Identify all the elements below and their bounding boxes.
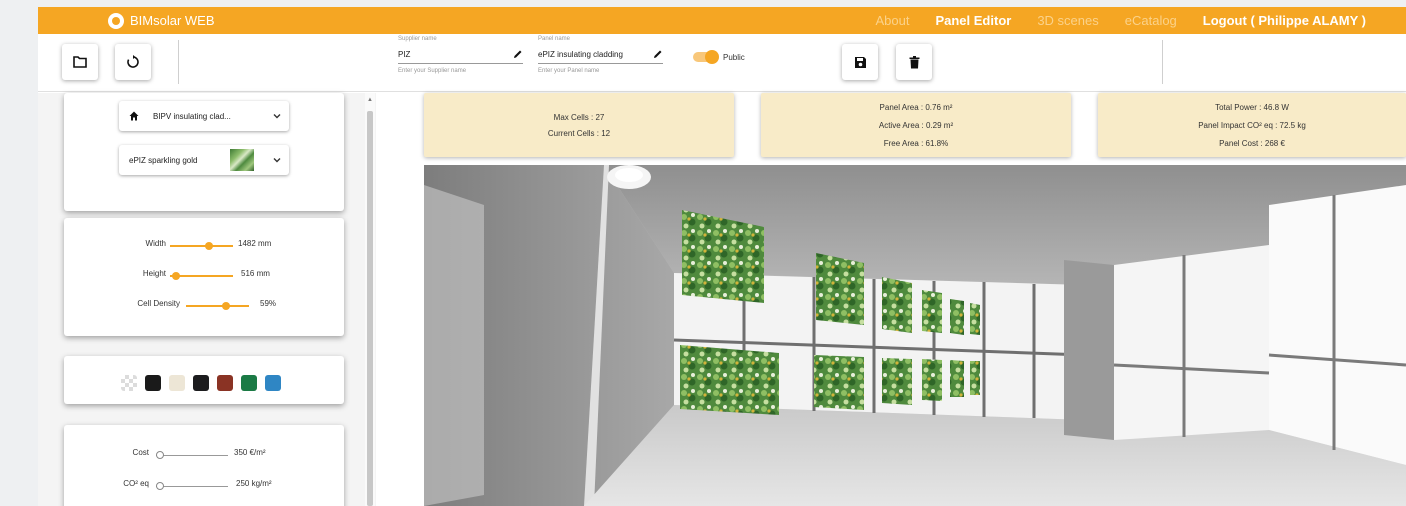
brand[interactable]: BIMsolar WEB: [108, 7, 215, 34]
delete-button[interactable]: [896, 44, 932, 80]
toolbar-divider: [178, 40, 179, 84]
nav-panel-editor[interactable]: Panel Editor: [935, 13, 1011, 28]
switch-knob: [705, 50, 719, 64]
main-area: Max Cells : 27 Current Cells : 12 Panel …: [376, 93, 1406, 506]
cell-density-slider-thumb[interactable]: [222, 302, 230, 310]
3d-viewport[interactable]: [424, 165, 1406, 506]
finish-thumbnail: [230, 149, 254, 171]
color-swatch[interactable]: [121, 375, 137, 391]
pencil-icon[interactable]: [653, 49, 663, 59]
home-icon: [129, 111, 139, 121]
color-swatch[interactable]: [265, 375, 281, 391]
co2-label: CO² eq: [123, 479, 149, 488]
panel-name-value: ePIZ insulating cladding: [538, 50, 623, 59]
panel-type-value: BIPV insulating clad...: [153, 111, 231, 121]
supplier-name-field: Supplier name PIZ Enter your Supplier na…: [398, 36, 523, 74]
height-label: Height: [142, 269, 166, 278]
panel-name-input[interactable]: ePIZ insulating cladding: [538, 42, 663, 64]
cost-value: 350 €/m²: [234, 448, 266, 457]
cell-density-value: 59%: [260, 299, 277, 308]
color-swatch[interactable]: [241, 375, 257, 391]
toolbar-divider: [1162, 40, 1163, 84]
color-swatch[interactable]: [145, 375, 161, 391]
color-swatch[interactable]: [217, 375, 233, 391]
chevron-down-icon: [273, 158, 281, 163]
width-label: Width: [145, 239, 166, 248]
co2-slider-thumb[interactable]: [156, 482, 164, 490]
cost-label: Cost: [132, 448, 149, 457]
3d-scene[interactable]: [424, 165, 1406, 506]
panel-name-field: Panel name ePIZ insulating cladding Ente…: [538, 36, 663, 74]
public-label: Public: [723, 52, 745, 62]
height-slider-row: Height 516 mm: [64, 269, 344, 283]
cost-slider-thumb[interactable]: [156, 451, 164, 459]
logout-link[interactable]: Logout ( Philippe ALAMY ): [1203, 13, 1366, 28]
brand-name: BIMsolar WEB: [130, 13, 215, 28]
current-cells: Current Cells : 12: [547, 129, 611, 138]
chevron-down-icon: [273, 114, 281, 119]
panel-area: Panel Area : 0.76 m²: [879, 103, 953, 112]
logo-icon: [108, 12, 124, 29]
panel-name-hint: Enter your Panel name: [538, 68, 600, 74]
panel-type-select[interactable]: BIPV insulating clad...: [119, 101, 289, 131]
total-power: Total Power : 46.8 W: [1215, 103, 1289, 112]
sidebar-scrollbar[interactable]: ▲: [365, 93, 375, 506]
width-value: 1482 mm: [238, 239, 272, 248]
trash-icon: [909, 55, 919, 68]
app-window: BIMsolar WEB About Panel Editor 3D scene…: [38, 7, 1406, 506]
toolbar: Supplier name PIZ Enter your Supplier na…: [38, 34, 1406, 92]
main-nav: About Panel Editor 3D scenes eCatalog Lo…: [875, 7, 1366, 34]
dimensions-card: Width 1482 mm Height 516 mm Cell Density…: [64, 218, 344, 336]
nav-about[interactable]: About: [875, 13, 909, 28]
cost-slider-row: Cost 350 €/m²: [64, 448, 344, 462]
cell-density-slider-row: Cell Density 59%: [64, 299, 344, 313]
width-slider-row: Width 1482 mm: [64, 239, 344, 253]
cell-density-label: Cell Density: [137, 299, 180, 308]
max-cells: Max Cells : 27: [553, 113, 605, 122]
save-icon: [854, 56, 866, 68]
sidebar: BIPV insulating clad... ePIZ sparkling g…: [38, 93, 376, 506]
scrollbar-thumb[interactable]: [367, 111, 373, 506]
width-slider-thumb[interactable]: [205, 242, 213, 250]
color-swatch[interactable]: [169, 375, 185, 391]
scroll-up-icon[interactable]: ▲: [367, 97, 373, 103]
color-swatch[interactable]: [193, 375, 209, 391]
panel-impact: Panel Impact CO² eq : 72.5 kg: [1198, 121, 1306, 130]
panel-finish-select[interactable]: ePIZ sparkling gold: [119, 145, 289, 175]
width-slider-track[interactable]: [170, 245, 233, 247]
pencil-icon[interactable]: [513, 49, 523, 59]
area-info-card: Panel Area : 0.76 m² Active Area : 0.29 …: [761, 93, 1071, 157]
public-switch[interactable]: [693, 50, 719, 64]
co2-slider-row: CO² eq 250 kg/m²: [64, 479, 344, 493]
folder-icon: [73, 56, 87, 68]
panel-type-card: BIPV insulating clad... ePIZ sparkling g…: [64, 93, 344, 211]
top-nav-bar: BIMsolar WEB About Panel Editor 3D scene…: [38, 7, 1406, 34]
nav-3d-scenes[interactable]: 3D scenes: [1037, 13, 1098, 28]
panel-cost: Panel Cost : 268 €: [1219, 139, 1285, 148]
color-card: [64, 356, 344, 404]
nav-ecatalog[interactable]: eCatalog: [1125, 13, 1177, 28]
supplier-name-hint: Enter your Supplier name: [398, 68, 467, 74]
supplier-name-value: PIZ: [398, 50, 411, 59]
public-toggle[interactable]: Public: [693, 50, 745, 64]
open-button[interactable]: [62, 44, 98, 80]
co2-slider-track[interactable]: [156, 486, 228, 487]
reload-icon: [127, 55, 139, 68]
height-slider-thumb[interactable]: [172, 272, 180, 280]
height-value: 516 mm: [241, 269, 270, 278]
cost-slider-track[interactable]: [156, 455, 228, 456]
reset-button[interactable]: [115, 44, 151, 80]
active-area: Active Area : 0.29 m²: [878, 121, 954, 130]
panel-finish-value: ePIZ sparkling gold: [129, 155, 198, 165]
cell-density-slider-track[interactable]: [186, 305, 249, 307]
power-info-card: Total Power : 46.8 W Panel Impact CO² eq…: [1098, 93, 1406, 157]
cells-info-card: Max Cells : 27 Current Cells : 12: [424, 93, 734, 157]
cost-card: Cost 350 €/m² CO² eq 250 kg/m²: [64, 425, 344, 506]
supplier-name-input[interactable]: PIZ: [398, 42, 523, 64]
co2-value: 250 kg/m²: [236, 479, 272, 488]
free-area: Free Area : 61.8%: [883, 139, 949, 148]
save-button[interactable]: [842, 44, 878, 80]
